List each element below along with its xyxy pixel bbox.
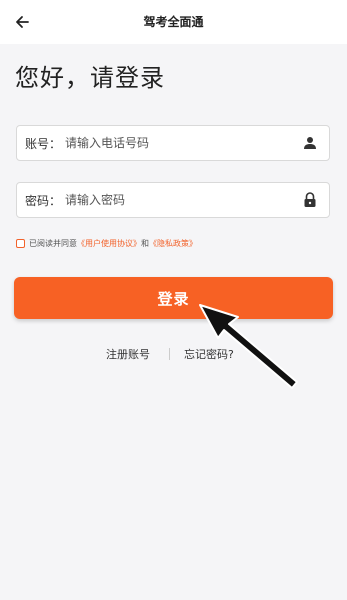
user-icon (299, 132, 321, 154)
user-agreement-link[interactable]: 《用户使用协议》 (77, 238, 141, 249)
bottom-links: 注册账号 忘记密码? (0, 346, 347, 362)
lock-icon (299, 189, 321, 211)
account-input[interactable] (61, 128, 299, 158)
privacy-policy-link[interactable]: 《隐私政策》 (149, 238, 197, 249)
login-button[interactable]: 登录 (14, 277, 333, 319)
greeting-heading: 您好，请登录 (15, 64, 165, 92)
forgot-password-link[interactable]: 忘记密码? (184, 346, 234, 362)
agreement-prefix: 已阅读并同意 (29, 238, 77, 248)
agreement-checkbox[interactable] (16, 238, 25, 248)
password-label: 密码： (25, 193, 62, 208)
page-title: 驾考全面通 (143, 15, 204, 29)
account-field[interactable]: 账号： (16, 125, 330, 161)
agreement-and: 和 (141, 238, 149, 248)
agreement-row: 已阅读并同意 《用户使用协议》 和 《隐私政策》 (16, 236, 197, 250)
register-link[interactable]: 注册账号 (106, 346, 150, 362)
account-label: 账号： (25, 136, 62, 151)
header-bar: 驾考全面通 (0, 0, 347, 44)
password-input[interactable] (61, 185, 299, 215)
password-field[interactable]: 密码： (16, 182, 330, 218)
link-divider (169, 348, 170, 360)
